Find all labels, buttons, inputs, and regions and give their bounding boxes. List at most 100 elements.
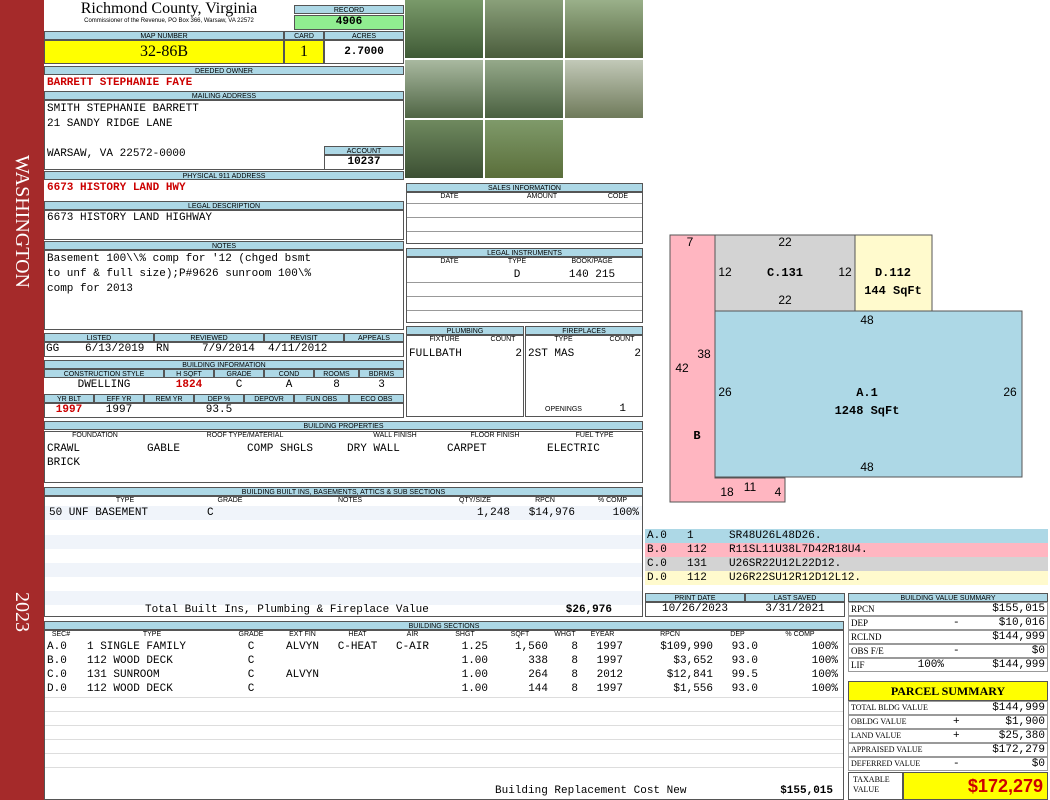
photo-1[interactable] <box>405 0 483 58</box>
photo-7[interactable] <box>405 120 483 178</box>
parcel-row: DEFERRED VALUE - $0 <box>848 757 1048 771</box>
bi-rooms: 8 <box>333 379 340 391</box>
mailing-line-3: WARSAW, VA 22572-0000 <box>47 148 186 160</box>
fireplaces-table: TYPE COUNT 2ST MAS 2 OPENINGS 1 <box>525 335 643 417</box>
sketch-label: 48 <box>860 460 874 474</box>
sections-header: DEP <box>730 631 745 638</box>
sketch-label: 42 <box>675 361 689 375</box>
section-cell: 112 WOOD DECK <box>87 655 173 667</box>
last-saved: 3/31/2021 <box>765 603 825 615</box>
sketch-label: 48 <box>860 313 874 327</box>
section-cell: 1997 <box>596 683 623 695</box>
bi-h-ecoobs: ECO OBS <box>349 394 404 403</box>
print-date: 10/26/2023 <box>661 603 728 615</box>
section-cell: $1,556 <box>673 683 713 695</box>
section-cell: 93.0 <box>731 683 758 695</box>
table-row: 50 UNF BASEMENT C 1,248 $14,976 100% <box>45 506 642 520</box>
bb-h-grade: GRADE <box>217 497 243 504</box>
bvs-value: $144,999 <box>992 631 1045 643</box>
parcel-summary-title: PARCEL SUMMARY <box>848 681 1048 701</box>
notes-line-3: comp for 2013 <box>47 283 133 295</box>
building-info-grid: CONSTRUCTION STYLE H SQFT GRADE COND ROO… <box>44 369 404 418</box>
li-h-date: DATE <box>440 258 459 265</box>
sales-info-label: SALES INFORMATION <box>406 183 643 192</box>
bb-h-type: TYPE <box>115 497 135 504</box>
bi-h-effyr: EFF YR <box>94 394 144 403</box>
side-year-label: 2023 <box>11 592 33 632</box>
fp-openings-label: OPENINGS <box>545 406 582 413</box>
notes-line-1: Basement 100\\% comp for '12 (chged bsmt <box>47 253 312 265</box>
mailing-address-label: MAILING ADDRESS <box>44 91 404 100</box>
deeded-owner-label: DEEDED OWNER <box>44 66 404 75</box>
legend-id: B.0 <box>647 544 667 556</box>
builtins-table: TYPE GRADE NOTES QTY/SIZE RPCN % COMP 50… <box>44 496 643 617</box>
parcel-value: $172,279 <box>992 744 1045 756</box>
builtins-total-label: Total Built Ins, Plumbing & Fireplace Va… <box>145 604 429 616</box>
mailing-line-1: SMITH STEPHANIE BARRETT <box>47 103 199 115</box>
legend-code: 112 <box>687 572 707 584</box>
bp-roof-type: GABLE <box>147 443 181 455</box>
bb-grade: C <box>207 507 214 519</box>
bi-h-style: CONSTRUCTION STYLE <box>44 369 164 378</box>
card-number: 1 <box>284 40 324 64</box>
sections-header: AIR <box>406 631 419 638</box>
table-row: A.0 1 SINGLE FAMILY C ALVYN C-HEAT C-AIR 1.25 1… <box>45 641 843 655</box>
section-cell: 1.00 <box>461 669 488 681</box>
bvs-row: LIF 100% $144,999 <box>848 658 1048 672</box>
sketch-label: 144 SqFt <box>864 284 922 298</box>
li-h-book: BOOK/PAGE <box>571 258 613 265</box>
building-sections-label: BUILDING SECTIONS <box>44 621 844 630</box>
bvs-row: OBS F/E - $0 <box>848 644 1048 658</box>
parcel-summary: TOTAL BLDG VALUE $144,999 OBLDG VALUE + $1,9… <box>848 701 1048 771</box>
bi-h-cond: COND <box>264 369 314 378</box>
sketch-label: 26 <box>1003 385 1017 399</box>
parcel-row: OBLDG VALUE + $1,900 <box>848 715 1048 729</box>
table-row: C.0 131 SUNROOM C ALVYN 1.00 264 8 2012 $12,841 9… <box>45 669 843 683</box>
legal-instruments-table: DATE TYPE BOOK/PAGE D 140 215 <box>406 257 643 323</box>
photo-8[interactable] <box>485 120 563 178</box>
photo-5[interactable] <box>485 60 563 118</box>
notes-label: NOTES <box>44 241 404 250</box>
photo-2[interactable] <box>485 0 563 58</box>
fp-openings: 1 <box>619 403 626 415</box>
bi-h-funobs: FUN OBS <box>294 394 349 403</box>
legend-code: 131 <box>687 558 707 570</box>
parcel-value: $0 <box>1031 758 1045 770</box>
reviewed-by: RN <box>156 343 170 355</box>
section-cell: A.0 <box>47 641 67 653</box>
bb-qty: 1,248 <box>476 507 510 519</box>
photo-6[interactable] <box>565 60 643 118</box>
appeals-label: APPEALS <box>344 333 404 342</box>
legend-row: D.0 112 U26R22SU12R12D12L12. <box>645 571 1048 585</box>
bb-h-rpcn: RPCN <box>535 497 555 504</box>
bvs-key: RPCN <box>851 604 875 614</box>
sales-h-date: DATE <box>440 193 459 200</box>
building-value-summary-label: BUILDING VALUE SUMMARY <box>848 593 1048 602</box>
section-cell: 93.0 <box>731 641 758 653</box>
section-cell: 100% <box>811 669 838 681</box>
bvs-value: $10,016 <box>998 617 1045 629</box>
sections-header: SQFT <box>510 631 530 638</box>
fireplaces-label: FIREPLACES <box>525 326 643 335</box>
county-side-banner: WASHINGTON 2023 <box>0 0 44 800</box>
listed-label: LISTED <box>44 333 154 342</box>
legend-path: U26SR22U12L22D12. <box>729 558 842 570</box>
acres-label: ACRES <box>324 31 404 40</box>
parcel-key: DEFERRED VALUE <box>851 759 921 768</box>
bvs-pct: 100% <box>917 659 944 671</box>
photo-4[interactable] <box>405 60 483 118</box>
county-header: Richmond County, Virginia Commissioner o… <box>44 0 294 30</box>
section-cell: 93.0 <box>731 655 758 667</box>
section-cell: 99.5 <box>731 669 758 681</box>
bp-fuel: ELECTRIC <box>547 443 600 455</box>
commissioner-address: Commissioner of the Revenue, PO Box 366,… <box>84 18 254 24</box>
taxable-label: TAXABLE VALUE <box>848 772 903 800</box>
fp-h-type: TYPE <box>554 336 573 343</box>
sketch-label: 26 <box>718 385 732 399</box>
sketch-label: 1248 SqFt <box>835 404 900 418</box>
map-number-label: MAP NUMBER <box>44 31 284 40</box>
photo-3[interactable] <box>565 0 643 58</box>
section-cell: 100% <box>811 683 838 695</box>
bvs-value: $0 <box>1031 645 1045 657</box>
bi-yrblt: 1997 <box>55 404 83 416</box>
